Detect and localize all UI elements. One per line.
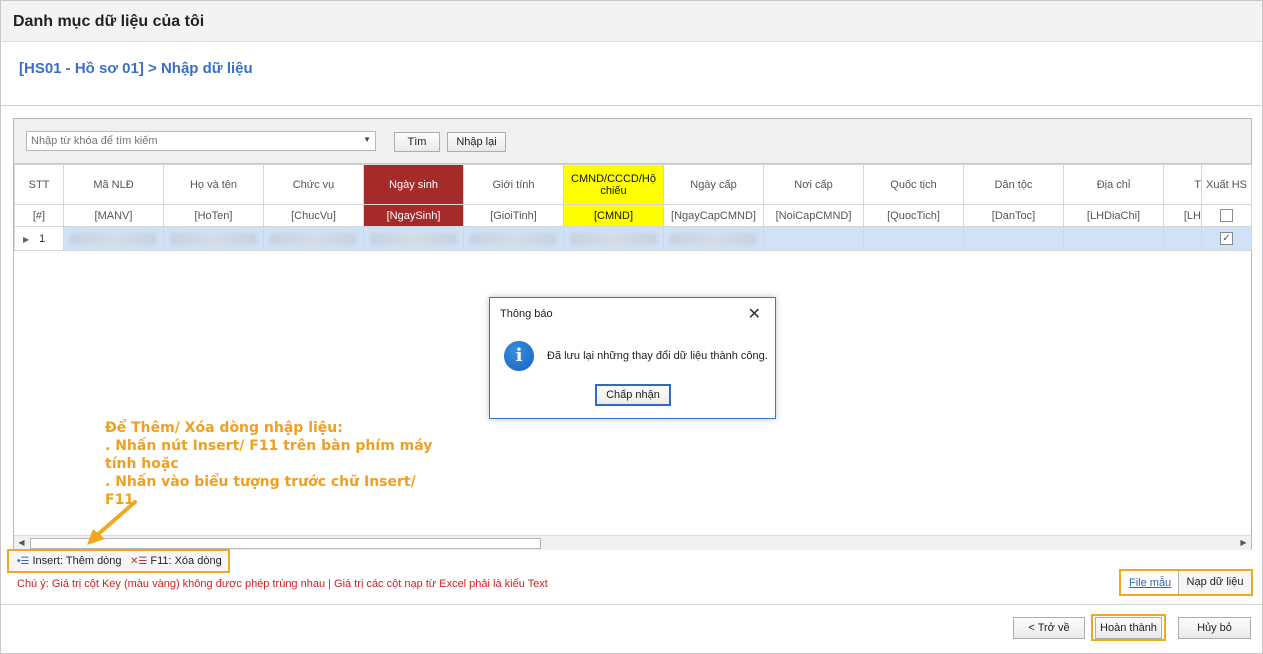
search-button[interactable]: Tìm	[394, 132, 440, 152]
chevron-down-icon[interactable]: ▼	[363, 135, 371, 144]
redacted-value	[670, 232, 757, 245]
annotation-line: Để Thêm/ Xóa dòng nhập liệu:	[105, 420, 343, 436]
key-cell: [#]	[14, 204, 64, 227]
redacted-value	[70, 232, 157, 245]
column-header[interactable]: Giới tính	[463, 164, 564, 205]
row-indicator-icon: ▶	[23, 234, 30, 244]
search-combobox[interactable]: ▼	[26, 131, 376, 151]
insert-label: Insert: Thêm dòng	[32, 555, 122, 567]
column-header[interactable]: Mã NLĐ	[63, 164, 164, 205]
key-cell: [LH	[1163, 204, 1202, 227]
arrow-icon	[87, 500, 137, 545]
column-header[interactable]: STT	[14, 164, 64, 205]
main-window: Danh mục dữ liệu của tôi [HS01 - Hồ sơ 0…	[0, 0, 1263, 654]
dialog-title: Thông báo	[500, 308, 553, 320]
column-header[interactable]: Xuất HS	[1201, 164, 1252, 205]
annotation-line: . Nhấn nút Insert/ F11 trên bàn phím máy…	[105, 438, 433, 472]
column-header[interactable]: Ngày sinh	[363, 164, 464, 205]
info-icon: i	[504, 341, 534, 371]
column-header[interactable]: Dân tộc	[963, 164, 1064, 205]
template-file-link[interactable]: File mẫu	[1129, 577, 1171, 589]
key-cell: [LHDiaChi]	[1063, 204, 1164, 227]
grid-cell[interactable]	[563, 226, 664, 251]
delete-row-shortcut[interactable]: ✕☰ F11: Xóa dòng	[130, 555, 222, 567]
grid-cell[interactable]	[163, 226, 264, 251]
export-header-checkbox-cell[interactable]	[1201, 204, 1252, 227]
window-title: Danh mục dữ liệu của tôi	[13, 13, 205, 30]
key-cell: [NoiCapCMND]	[763, 204, 864, 227]
dialog-message: Đã lưu lại những thay đổi dữ liệu thành …	[547, 350, 768, 362]
redacted-value	[170, 232, 257, 245]
grid-cell[interactable]	[63, 226, 164, 251]
grid-cell[interactable]	[263, 226, 364, 251]
insert-row-shortcut[interactable]: •☰ Insert: Thêm dòng	[17, 555, 122, 567]
export-checkbox-cell[interactable]: ✓	[1201, 226, 1252, 251]
grid-cell[interactable]	[963, 226, 1064, 251]
grid-cell[interactable]	[763, 226, 864, 251]
delete-row-icon[interactable]: ✕☰	[130, 556, 147, 567]
grid-cell[interactable]	[463, 226, 564, 251]
header-row: STT Mã NLĐ Họ và tên Chức vụ Ngày sinh G…	[14, 164, 1252, 205]
key-cell: [NgaySinh]	[363, 204, 464, 227]
grid-cell[interactable]	[1063, 226, 1164, 251]
breadcrumb: [HS01 - Hồ sơ 01] > Nhập dữ liệu	[19, 60, 253, 77]
horizontal-scrollbar[interactable]: ◀ ▶	[14, 535, 1251, 550]
load-data-button[interactable]: Nạp dữ liệu	[1178, 571, 1251, 594]
ok-button[interactable]: Chấp nhận	[595, 384, 671, 406]
delete-label: F11: Xóa dòng	[150, 555, 222, 567]
column-header[interactable]: Nơi cấp	[763, 164, 864, 205]
column-header[interactable]: Chức vụ	[263, 164, 364, 205]
key-cell: [HoTen]	[163, 204, 264, 227]
back-button[interactable]: < Trở về	[1013, 617, 1085, 639]
cancel-button[interactable]: Hủy bỏ	[1178, 617, 1251, 639]
key-cell: [ChucVu]	[263, 204, 364, 227]
column-header[interactable]: Địa chỉ	[1063, 164, 1164, 205]
file-actions: File mẫu Nạp dữ liệu	[1119, 569, 1253, 596]
row-number: 1	[39, 232, 46, 245]
row-shortcuts-bar: •☰ Insert: Thêm dòng ✕☰ F11: Xóa dòng	[7, 549, 230, 573]
add-row-icon[interactable]: •☰	[17, 556, 29, 567]
data-grid: STT Mã NLĐ Họ và tên Chức vụ Ngày sinh G…	[14, 164, 1252, 251]
column-header[interactable]: Quốc tịch	[863, 164, 964, 205]
annotation-line: . Nhấn vào biểu tượng trước chữ Insert/ …	[105, 474, 416, 508]
search-input[interactable]	[27, 132, 357, 150]
table-row[interactable]: ▶ 1 ✓	[14, 226, 1252, 251]
key-cell: [NgayCapCMND]	[663, 204, 764, 227]
key-cell: [GioiTinh]	[463, 204, 564, 227]
column-header[interactable]: CMND/CCCD/Hộ chiếu	[563, 164, 664, 205]
grid-cell[interactable]	[663, 226, 764, 251]
scroll-left-icon[interactable]: ◀	[15, 537, 28, 549]
done-highlight: Hoàn thành	[1091, 614, 1166, 641]
key-cell: [DanToc]	[963, 204, 1064, 227]
reset-button[interactable]: Nhập lại	[447, 132, 506, 152]
warning-note: Chú ý: Giá trị cột Key (màu vàng) không …	[17, 578, 548, 590]
close-icon[interactable]: ✕	[748, 304, 761, 324]
instruction-annotation: Để Thêm/ Xóa dòng nhập liệu: . Nhấn nút …	[105, 419, 435, 509]
checkbox[interactable]	[1220, 209, 1233, 222]
redacted-value	[570, 232, 657, 245]
column-header[interactable]: Ngày cấp	[663, 164, 764, 205]
key-row: [#] [MANV] [HoTen] [ChucVu] [NgaySinh] […	[14, 204, 1252, 227]
divider	[1, 604, 1262, 605]
title-bar: Danh mục dữ liệu của tôi	[1, 1, 1262, 42]
search-toolbar: ▼ Tìm Nhập lại	[14, 119, 1251, 164]
grid-cell[interactable]	[363, 226, 464, 251]
grid-cell[interactable]	[863, 226, 964, 251]
redacted-value	[270, 232, 357, 245]
key-cell: [CMND]	[563, 204, 664, 227]
grid-cell[interactable]	[1163, 226, 1202, 251]
stt-cell[interactable]: ▶ 1	[14, 226, 64, 251]
divider	[1, 105, 1262, 106]
column-header[interactable]: T	[1163, 164, 1202, 205]
checkbox-checked[interactable]: ✓	[1220, 232, 1233, 245]
key-cell: [QuocTich]	[863, 204, 964, 227]
done-button[interactable]: Hoàn thành	[1095, 617, 1162, 639]
scroll-right-icon[interactable]: ▶	[1237, 537, 1250, 549]
column-header[interactable]: Họ và tên	[163, 164, 264, 205]
redacted-value	[470, 232, 557, 245]
message-dialog: Thông báo ✕ i Đã lưu lại những thay đổi …	[489, 297, 776, 419]
redacted-value	[370, 232, 457, 245]
key-cell: [MANV]	[63, 204, 164, 227]
